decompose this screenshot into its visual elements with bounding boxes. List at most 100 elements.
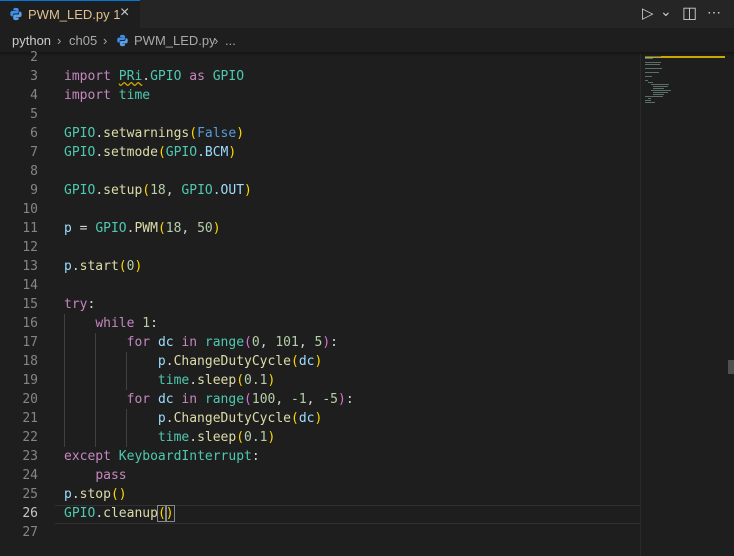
code-token: GPIO — [64, 126, 96, 141]
code-line[interactable]: 19 time.sleep(0.1) — [0, 371, 640, 390]
code-token: ( — [157, 145, 166, 160]
code-line[interactable]: 21 p.ChangeDutyCycle(dc) — [0, 409, 640, 428]
code-token: ) — [314, 411, 323, 426]
code-token: time — [157, 430, 190, 445]
breadcrumb-more[interactable]: ... — [225, 33, 236, 48]
chevron-right-icon: › — [214, 33, 219, 48]
code-token: p — [157, 354, 166, 369]
code-editor[interactable]: 2 3 import PRi.GPIO as GPIO 4 import time 5 6 G… — [0, 50, 640, 556]
code-token: range — [204, 335, 245, 350]
code-token: ( — [236, 373, 245, 388]
code-token: . — [165, 354, 174, 369]
code-line[interactable]: 5 — [0, 105, 640, 124]
code-line[interactable]: 16 while 1: — [0, 314, 640, 333]
line-number: 9 — [30, 183, 38, 198]
code-token: : — [345, 392, 354, 407]
minimap[interactable] — [645, 54, 725, 114]
code-token: . — [189, 373, 198, 388]
line-number: 3 — [30, 69, 38, 84]
line-number: 13 — [22, 259, 38, 274]
code-token: = — [71, 221, 96, 236]
breadcrumb-file[interactable]: PWM_LED.py — [134, 33, 216, 48]
code-token: , — [181, 221, 198, 236]
code-token: 100 — [251, 392, 276, 407]
breadcrumb-folder[interactable]: ch05 — [69, 33, 97, 48]
code-token: .OUT — [212, 183, 245, 198]
code-line[interactable]: 25 p.stop() — [0, 485, 640, 504]
code-line[interactable]: 2 — [0, 48, 640, 67]
code-text: GPIO.setwarnings(False) — [64, 124, 244, 143]
code-token: , — [165, 183, 182, 198]
code-token: p — [157, 411, 166, 426]
code-token: pass — [95, 468, 127, 483]
code-line[interactable]: 23 except KeyboardInterrupt: — [0, 447, 640, 466]
code-line[interactable]: 10 — [0, 200, 640, 219]
line-number: 24 — [22, 468, 38, 483]
chevron-down-icon[interactable]: ⌄ — [660, 3, 672, 20]
code-token: GPIO — [150, 69, 182, 84]
code-line[interactable]: 27 — [0, 523, 640, 542]
code-token: : — [251, 449, 260, 464]
code-text: p.ChangeDutyCycle(dc) — [64, 352, 322, 371]
code-token: stop — [79, 487, 111, 502]
code-line[interactable]: 17 for dc in range(0, 101, 5): — [0, 333, 640, 352]
code-token: 0 — [251, 335, 260, 350]
code-line[interactable]: 18 p.ChangeDutyCycle(dc) — [0, 352, 640, 371]
scrollbar-thumb[interactable] — [728, 360, 734, 374]
code-token: ) — [314, 354, 323, 369]
code-token: . — [95, 506, 104, 521]
breadcrumb-root[interactable]: python — [12, 33, 51, 48]
run-icon[interactable]: ▷ — [642, 4, 654, 22]
code-token: GPIO — [165, 145, 198, 160]
code-token: in — [173, 335, 205, 350]
code-line[interactable]: 9 GPIO.setup(18, GPIO.OUT) — [0, 181, 640, 200]
code-line[interactable]: 26 GPIO.cleanup() — [0, 504, 640, 523]
code-token: ( — [244, 335, 252, 350]
code-line[interactable]: 6 GPIO.setwarnings(False) — [0, 124, 640, 143]
code-line[interactable]: 12 — [0, 238, 640, 257]
more-actions-icon[interactable]: ⋯ — [707, 4, 721, 21]
line-number: 12 — [22, 240, 38, 255]
code-line[interactable]: 15 try: — [0, 295, 640, 314]
code-token: -1 — [291, 392, 307, 407]
code-token: ( — [156, 505, 167, 522]
code-line[interactable]: 24 pass — [0, 466, 640, 485]
code-token: PWM — [134, 221, 158, 236]
tab-pwm-led[interactable]: PWM_LED.py 1 × — [0, 0, 140, 28]
minimap-line — [645, 72, 659, 73]
code-token: . — [165, 411, 174, 426]
close-icon[interactable]: × — [120, 4, 129, 22]
minimap-line — [645, 76, 652, 77]
indent-guide — [126, 409, 127, 447]
code-line[interactable]: 13 p.start(0) — [0, 257, 640, 276]
code-line[interactable]: 22 time.sleep(0.1) — [0, 428, 640, 447]
code-token: () — [110, 487, 127, 502]
code-line[interactable]: 11 p = GPIO.PWM(18, 50) — [0, 219, 640, 238]
code-line[interactable]: 3 import PRi.GPIO as GPIO — [0, 67, 640, 86]
code-text: GPIO.setmode(GPIO.BCM) — [64, 143, 236, 162]
code-text: p.ChangeDutyCycle(dc) — [64, 409, 322, 428]
line-number: 14 — [22, 278, 38, 293]
minimap-line — [645, 100, 651, 101]
code-token: p — [64, 259, 72, 274]
code-token: , — [275, 392, 292, 407]
split-editor-icon[interactable]: ◫ — [682, 3, 697, 23]
code-line[interactable]: 8 — [0, 162, 640, 181]
code-text: for dc in range(0, 101, 5): — [64, 333, 338, 352]
code-token: in — [173, 392, 205, 407]
code-token: ( — [290, 354, 299, 369]
line-number: 23 — [22, 449, 38, 464]
code-line[interactable]: 20 for dc in range(100, -1, -5): — [0, 390, 640, 409]
code-line[interactable]: 7 GPIO.setmode(GPIO.BCM) — [0, 143, 640, 162]
code-token: sleep — [197, 430, 237, 445]
code-line[interactable]: 14 — [0, 276, 640, 295]
code-token: import — [64, 69, 119, 84]
code-line[interactable]: 4 import time — [0, 86, 640, 105]
code-token: ) — [164, 505, 175, 522]
minimap-line — [653, 86, 669, 87]
code-text: except KeyboardInterrupt: — [64, 447, 260, 466]
line-number: 26 — [22, 506, 38, 521]
